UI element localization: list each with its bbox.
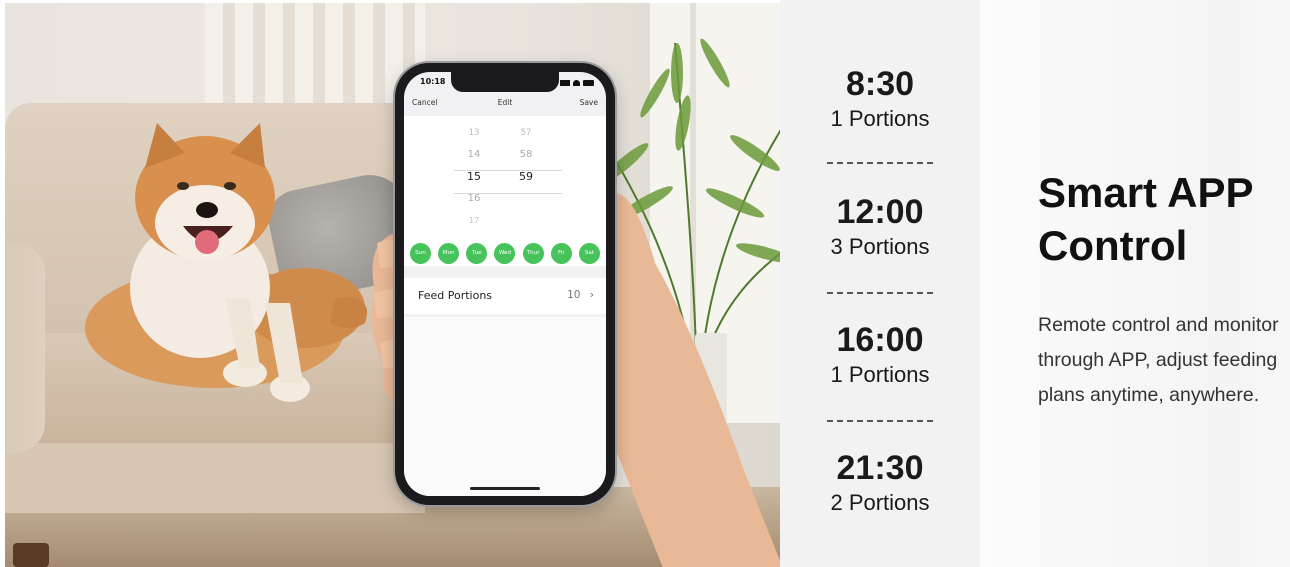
phone-mockup: 10:18 Edit Cancel Save 13 14 15 16 17 57… [395, 63, 615, 505]
picker-hour: 13 [468, 128, 480, 138]
home-indicator [470, 487, 540, 490]
weekday-selector: Sun Mon Tue Wed Thur Fri Sat [410, 243, 600, 264]
sofa-base [5, 433, 425, 513]
nav-bar: Edit Cancel Save [404, 98, 606, 114]
picker-hour: 17 [468, 216, 480, 225]
minute-wheel[interactable]: 57 58 59 [511, 122, 541, 188]
headline-line: Control [1038, 222, 1188, 269]
screen-empty-area [404, 317, 606, 496]
cancel-button[interactable]: Cancel [412, 98, 437, 107]
feed-portions-value: 10 [567, 289, 581, 301]
feeding-schedule: 8:30 1 Portions 12:00 3 Portions 16:00 1… [780, 0, 980, 567]
phone-screen: 10:18 Edit Cancel Save 13 14 15 16 17 57… [404, 72, 606, 496]
save-button[interactable]: Save [580, 98, 598, 107]
schedule-portions: 2 Portions [830, 490, 930, 515]
picker-hour-selected: 15 [467, 170, 481, 183]
schedule-divider [827, 162, 933, 164]
feed-portions-label: Feed Portions [418, 289, 493, 302]
picker-minute: 58 [519, 149, 533, 160]
schedule-portions: 1 Portions [830, 362, 930, 387]
schedule-time: 21:30 [836, 449, 924, 487]
status-icons [560, 77, 594, 89]
schedule-divider [827, 292, 933, 294]
page: 10:18 Edit Cancel Save 13 14 15 16 17 57… [0, 0, 1290, 567]
day-toggle-tue[interactable]: Tue [466, 243, 488, 264]
schedule-time: 16:00 [836, 321, 924, 359]
sofa-foot [13, 543, 49, 567]
sofa-arm [5, 243, 45, 453]
text-panel [980, 0, 1290, 567]
hour-wheel[interactable]: 13 14 15 16 17 [459, 122, 489, 232]
picker-minute: 57 [520, 128, 532, 138]
description-line: plans anytime, anywhere. [1038, 384, 1260, 406]
schedule-slot: 21:30 2 Portions [780, 448, 980, 516]
day-toggle-sun[interactable]: Sun [410, 243, 431, 264]
signal-icon [560, 80, 570, 86]
schedule-slot: 12:00 3 Portions [780, 192, 980, 260]
schedule-slot: 8:30 1 Portions [780, 64, 980, 132]
day-toggle-thur[interactable]: Thur [522, 243, 544, 264]
day-toggle-sat[interactable]: Sat [578, 243, 600, 264]
day-toggle-mon[interactable]: Mon [438, 243, 460, 264]
schedule-time: 12:00 [836, 193, 924, 231]
dog-illustration [85, 123, 367, 402]
description-line: through APP, adjust feeding [1038, 349, 1278, 371]
headline: Smart APP Control [1038, 166, 1290, 272]
battery-icon [583, 80, 594, 86]
headline-line: Smart APP [1038, 169, 1254, 216]
status-time: 10:18 [420, 77, 446, 86]
schedule-divider [827, 420, 933, 422]
schedule-time: 8:30 [845, 65, 915, 103]
description-line: Remote control and monitor [1038, 314, 1279, 336]
chevron-right-icon: › [589, 289, 594, 301]
schedule-portions: 1 Portions [830, 106, 930, 131]
schedule-portions: 3 Portions [830, 234, 930, 259]
picker-hour: 14 [467, 149, 481, 160]
schedule-slot: 16:00 1 Portions [780, 320, 980, 388]
feed-portions-row[interactable]: Feed Portions 10 › [404, 278, 606, 314]
status-bar: 10:18 [420, 77, 594, 89]
picker-minute-selected: 59 [519, 170, 533, 183]
hero-photo: 10:18 Edit Cancel Save 13 14 15 16 17 57… [5, 3, 780, 567]
picker-hour: 16 [467, 193, 481, 204]
feed-portions-value-group: 10 › [567, 289, 594, 301]
description: Remote control and monitor through APP, … [1038, 308, 1290, 413]
wifi-icon [573, 80, 580, 86]
day-toggle-wed[interactable]: Wed [494, 243, 516, 264]
day-toggle-fri[interactable]: Fri [550, 243, 572, 264]
